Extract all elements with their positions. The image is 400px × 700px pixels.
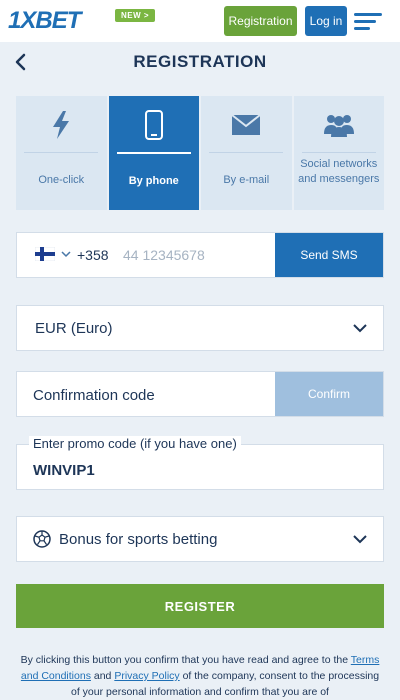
registration-button[interactable]: Registration — [224, 6, 297, 36]
privacy-policy-link[interactable]: Privacy Policy — [114, 670, 179, 682]
terms-text-before: By clicking this button you confirm that… — [20, 654, 351, 666]
bonus-value: Bonus for sports betting — [59, 531, 218, 548]
confirm-button[interactable]: Confirm — [275, 372, 383, 416]
tab-label: One-click — [38, 174, 85, 186]
tab-label: By e-mail — [223, 174, 270, 186]
hamburger-menu-icon[interactable] — [354, 13, 382, 31]
confirmation-code-row: Confirm — [16, 371, 384, 417]
terms-text-and: and — [90, 670, 115, 682]
login-button[interactable]: Log in — [305, 6, 347, 36]
register-button[interactable]: REGISTER — [16, 584, 384, 628]
chevron-down-icon — [353, 535, 367, 544]
page-title: REGISTRATION — [133, 52, 267, 71]
send-sms-button[interactable]: Send SMS — [275, 233, 383, 277]
tab-one-click[interactable]: One-click — [16, 96, 109, 210]
currency-value: EUR (Euro) — [35, 320, 113, 337]
tab-by-email[interactable]: By e-mail — [201, 96, 294, 210]
finland-flag-icon[interactable] — [35, 247, 55, 261]
phone-icon — [144, 110, 163, 140]
new-badge[interactable]: NEW > — [115, 9, 156, 22]
currency-select[interactable]: EUR (Euro) — [16, 305, 384, 351]
registration-method-tabs: One-click By phone By e-mail Social netw… — [16, 96, 384, 210]
people-icon — [323, 115, 354, 137]
top-header: 1XBET NEW > Registration Log in — [0, 0, 400, 42]
envelope-icon — [231, 114, 261, 135]
dial-code: +358 — [77, 247, 109, 263]
chevron-down-icon — [353, 324, 367, 333]
tab-by-phone[interactable]: By phone — [108, 96, 201, 210]
promo-code-input[interactable] — [33, 458, 333, 482]
tab-label: By phone — [128, 175, 179, 187]
confirmation-code-input[interactable] — [33, 383, 263, 407]
logo[interactable]: 1XBET — [8, 8, 81, 34]
terms-text: By clicking this button you confirm that… — [16, 652, 384, 700]
lightning-icon — [53, 111, 70, 139]
tab-label: Social networks and messengers — [298, 158, 380, 185]
promo-code-field: Enter promo code (if you have one) — [16, 436, 384, 490]
chevron-down-icon[interactable] — [61, 250, 71, 258]
tab-social-networks[interactable]: Social networks and messengers — [294, 96, 385, 210]
promo-code-label: Enter promo code (if you have one) — [29, 436, 241, 451]
phone-number-row: +358 Send SMS — [16, 232, 384, 278]
phone-input[interactable] — [123, 243, 273, 267]
soccer-ball-icon — [33, 530, 51, 548]
bonus-select[interactable]: Bonus for sports betting — [16, 516, 384, 562]
